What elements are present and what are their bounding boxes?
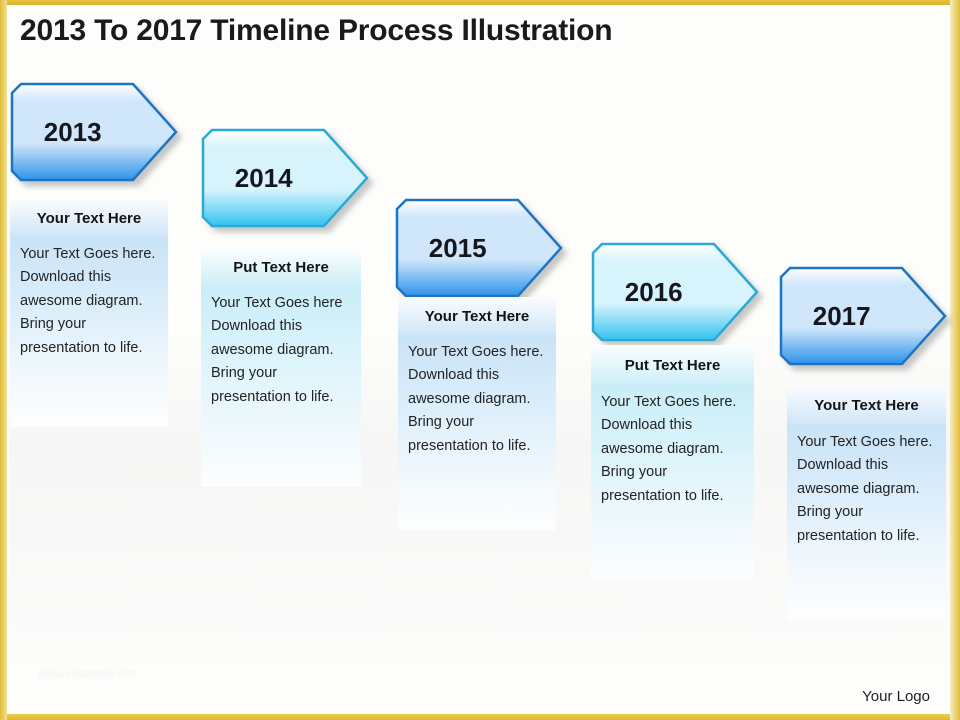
- logo-placeholder: Your Logo: [862, 688, 930, 705]
- frame-border-top: [0, 0, 960, 5]
- card-header-2015: Your Text Here: [398, 297, 556, 335]
- timeline-arrow-2017[interactable]: 2017: [779, 266, 947, 366]
- timeline-card-2014[interactable]: Put Text Here Your Text Goes here Downloa…: [201, 248, 361, 486]
- frame-border-left: [0, 0, 7, 720]
- arrow-shape-2013: [10, 82, 178, 182]
- timeline-card-2016[interactable]: Put Text Here Your Text Goes here. Downlo…: [591, 345, 754, 580]
- timeline-card-2017[interactable]: Your Text Here Your Text Goes here. Downl…: [787, 385, 946, 620]
- card-body-2016: Your Text Goes here. Download this aweso…: [591, 385, 754, 580]
- card-header-2013: Your Text Here: [10, 199, 168, 237]
- timeline-arrow-2016[interactable]: 2016: [591, 242, 759, 342]
- arrow-shape-2016: [591, 242, 759, 342]
- timeline-arrow-2015[interactable]: 2015: [395, 198, 563, 298]
- arrow-shape-2014: [201, 128, 369, 228]
- slide-canvas: 2013 To 2017 Timeline Process Illustrati…: [0, 0, 960, 720]
- card-body-2017: Your Text Goes here. Download this aweso…: [787, 425, 946, 620]
- timeline-card-2013[interactable]: Your Text Here Your Text Goes here. Downl…: [10, 199, 168, 427]
- card-body-2013: Your Text Goes here. Download this aweso…: [10, 237, 168, 427]
- timeline-card-2015[interactable]: Your Text Here Your Text Goes here. Downl…: [398, 297, 556, 530]
- timeline-arrow-2014[interactable]: 2014: [201, 128, 369, 228]
- arrow-shape-2017: [779, 266, 947, 366]
- frame-border-bottom: [0, 714, 960, 720]
- watermark-text: www.slideteam.net: [38, 668, 135, 680]
- page-title: 2013 To 2017 Timeline Process Illustrati…: [20, 14, 613, 47]
- card-body-2015: Your Text Goes here. Download this aweso…: [398, 335, 556, 530]
- arrow-shape-2015: [395, 198, 563, 298]
- card-header-2017: Your Text Here: [787, 385, 946, 425]
- card-body-2014: Your Text Goes here Download this awesom…: [201, 286, 361, 486]
- card-header-2014: Put Text Here: [201, 248, 361, 286]
- timeline-arrow-2013[interactable]: 2013: [10, 82, 178, 182]
- card-header-2016: Put Text Here: [591, 345, 754, 385]
